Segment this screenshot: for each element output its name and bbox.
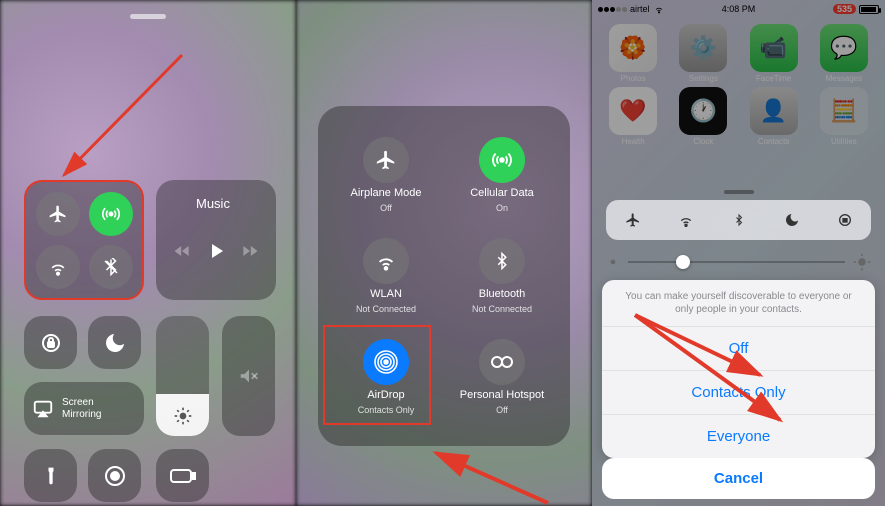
cellular-data-item[interactable]: Cellular Data On xyxy=(444,124,560,225)
annotation-arrow xyxy=(52,45,202,195)
grabber-icon[interactable] xyxy=(130,14,166,19)
moon-icon xyxy=(103,331,127,355)
airplane-mode-item[interactable]: Airplane Mode Off xyxy=(328,124,444,225)
connectivity-expanded-tile: Airplane Mode Off Cellular Data On WLAN … xyxy=(318,106,570,446)
airplane-icon xyxy=(48,204,68,224)
sun-icon xyxy=(173,406,193,426)
flashlight-button[interactable] xyxy=(24,449,77,502)
bluetooth-icon xyxy=(493,250,511,272)
panel-connectivity-expanded: Airplane Mode Off Cellular Data On WLAN … xyxy=(296,0,592,506)
music-title: Music xyxy=(196,196,266,211)
sun-small-icon xyxy=(606,255,620,269)
bluetooth-off-icon xyxy=(102,258,120,276)
bluetooth-icon xyxy=(733,212,745,228)
flashlight-icon xyxy=(41,464,61,488)
dnd-toggle[interactable] xyxy=(778,206,806,234)
orientation-lock-icon xyxy=(39,331,63,355)
brightness-knob[interactable] xyxy=(676,255,690,269)
bluetooth-toggle[interactable] xyxy=(89,245,133,289)
moon-icon xyxy=(784,212,800,228)
panel-airdrop-sheet: airtel 4:08 PM 535 🏵️Photos ⚙️Settings 📹… xyxy=(592,0,885,506)
screen-mirroring-button[interactable]: Screen Mirroring xyxy=(24,382,144,435)
brightness-slider[interactable] xyxy=(156,316,209,436)
control-center-toggle-row xyxy=(606,200,871,240)
cellular-icon xyxy=(101,204,121,224)
forward-icon[interactable] xyxy=(240,241,260,261)
wifi-icon xyxy=(375,250,397,272)
wlan-item[interactable]: WLAN Not Connected xyxy=(328,225,444,326)
do-not-disturb-button[interactable] xyxy=(88,316,141,369)
music-tile[interactable]: Music xyxy=(156,180,276,300)
bluetooth-item[interactable]: Bluetooth Not Connected xyxy=(444,225,560,326)
annotation-arrow xyxy=(428,448,558,506)
play-icon[interactable] xyxy=(204,239,228,263)
orientation-lock-icon xyxy=(837,212,853,228)
personal-hotspot-item[interactable]: Personal Hotspot Off xyxy=(444,327,560,428)
volume-mute-icon xyxy=(238,365,260,387)
airplane-mode-toggle[interactable] xyxy=(36,192,80,236)
wifi-icon xyxy=(48,257,68,277)
panel-control-center: Music Screen Mirroring xyxy=(0,0,296,506)
cellular-data-toggle[interactable] xyxy=(89,192,133,236)
orientation-lock-button[interactable] xyxy=(24,316,77,369)
wifi-icon xyxy=(678,212,694,228)
sun-large-icon xyxy=(853,253,871,271)
airplane-toggle[interactable] xyxy=(619,206,647,234)
bluetooth-toggle[interactable] xyxy=(725,206,753,234)
cellular-icon xyxy=(491,149,513,171)
airplane-icon xyxy=(625,212,641,228)
grabber-icon[interactable] xyxy=(724,190,754,194)
wifi-toggle[interactable] xyxy=(36,245,80,289)
airplay-icon xyxy=(32,398,54,420)
rewind-icon[interactable] xyxy=(172,241,192,261)
connectivity-tile[interactable] xyxy=(24,180,144,300)
record-button[interactable] xyxy=(88,449,141,502)
screen-mirroring-label: Screen Mirroring xyxy=(62,397,101,421)
annotation-arrow xyxy=(630,310,820,440)
hotspot-icon xyxy=(490,354,514,370)
airdrop-item[interactable]: AirDrop Contacts Only xyxy=(328,327,444,428)
brightness-row[interactable] xyxy=(606,252,871,272)
battery-icon xyxy=(170,468,196,484)
record-icon xyxy=(103,464,127,488)
low-power-button[interactable] xyxy=(156,449,209,502)
wifi-toggle[interactable] xyxy=(672,206,700,234)
volume-slider[interactable] xyxy=(222,316,275,436)
airplane-icon xyxy=(375,149,397,171)
orientation-lock-toggle[interactable] xyxy=(831,206,859,234)
cancel-button[interactable]: Cancel xyxy=(602,458,875,499)
